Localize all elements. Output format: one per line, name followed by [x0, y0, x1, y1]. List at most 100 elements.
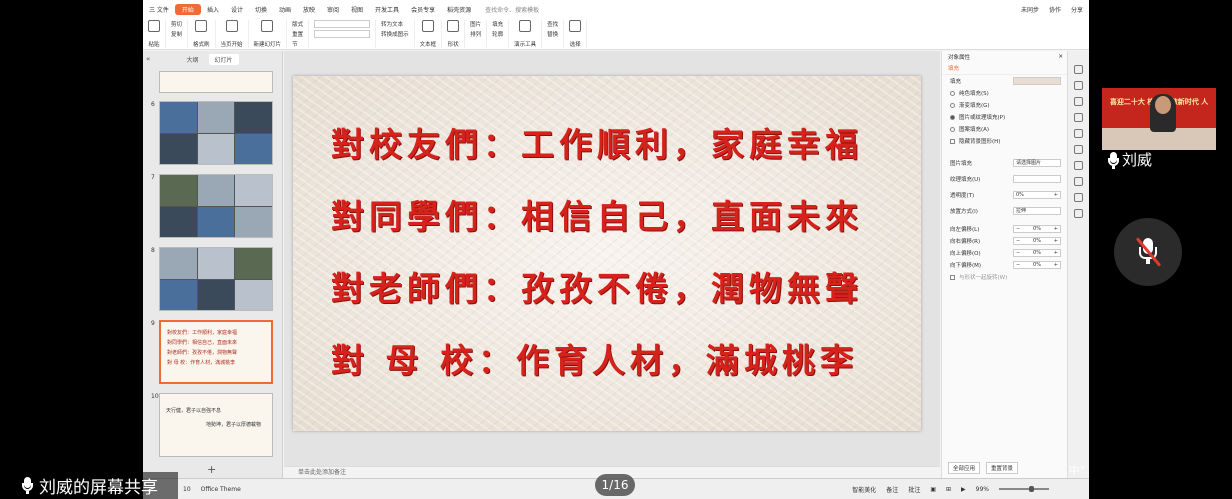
shape-button[interactable]: 形状: [442, 20, 466, 48]
slide-thumbnail[interactable]: [159, 101, 273, 165]
font-format-buttons[interactable]: [314, 30, 371, 38]
file-menu[interactable]: 三 文件: [143, 5, 175, 14]
menu-tab-view[interactable]: 视图: [345, 5, 369, 14]
tab-slides[interactable]: 幻灯片: [208, 53, 239, 65]
tab-fill[interactable]: 填充: [942, 63, 1067, 75]
fill-preview[interactable]: [1013, 77, 1061, 85]
help-icon[interactable]: [1074, 113, 1083, 122]
zoom-slider[interactable]: [999, 486, 1049, 492]
offset-up-stepper[interactable]: −0% +: [1013, 249, 1061, 257]
view-sorter-icon[interactable]: ⊞: [946, 486, 951, 493]
outline-button[interactable]: 轮廓: [492, 30, 503, 38]
menu-tab-member[interactable]: 会员专享: [405, 5, 441, 14]
offset-down-stepper[interactable]: −0% +: [1013, 261, 1061, 269]
zoom-level[interactable]: 99%: [976, 486, 989, 493]
radio-icon[interactable]: [950, 102, 955, 108]
new-slide-button[interactable]: 新建幻灯片: [249, 20, 288, 48]
texture-select[interactable]: [1013, 175, 1061, 183]
copy-button[interactable]: 复制: [171, 30, 182, 38]
radio-icon[interactable]: [950, 126, 955, 132]
menu-tab-animation[interactable]: 动画: [273, 5, 297, 14]
view-normal-icon[interactable]: ▣: [930, 486, 936, 493]
fill-section-header[interactable]: 填充: [942, 75, 1067, 87]
slide-thumbnail-selected[interactable]: 對校友們：工作順利，家庭幸福 對同學們：相信自己，直面未來 對老師們：孜孜不倦，…: [159, 320, 273, 384]
current-slide[interactable]: 對校友們：工作順利，家庭幸福 對同學們：相信自己，直面未來 對老師們：孜孜不倦，…: [293, 76, 921, 431]
slide-text-line[interactable]: 對同學們：相信自己，直面未來: [331, 190, 863, 238]
cut-button[interactable]: 剪切: [171, 20, 182, 28]
slide-text-line[interactable]: 對 母 校：作育人材，滿城桃李: [331, 334, 858, 382]
backup-icon[interactable]: [1074, 161, 1083, 170]
collaborate-button[interactable]: 协作: [1049, 5, 1061, 14]
fill-option-gradient[interactable]: 渐变填充(G): [942, 99, 1067, 111]
picture-button[interactable]: 图片: [470, 20, 481, 28]
slide-thumbnail[interactable]: [159, 247, 273, 311]
offset-right-stepper[interactable]: −0% +: [1013, 237, 1061, 245]
slide-text-line[interactable]: 對老師們：孜孜不倦，潤物無聲: [331, 262, 863, 310]
font-name-select[interactable]: [314, 20, 371, 28]
close-icon[interactable]: ✕: [1058, 54, 1063, 60]
collapse-panel-icon[interactable]: «: [146, 55, 150, 63]
tab-outline[interactable]: 大纲: [186, 55, 198, 64]
reset-button[interactable]: 重置: [292, 30, 303, 38]
paste-button[interactable]: 粘贴: [143, 20, 166, 48]
checkbox-icon[interactable]: [950, 274, 955, 280]
slideshow-play-icon[interactable]: ▶: [961, 486, 966, 493]
menu-tab-docer[interactable]: 稻壳资源: [441, 5, 477, 14]
zoom-thumb[interactable]: [1029, 486, 1034, 492]
add-slide-button[interactable]: +: [207, 463, 216, 476]
participant-video[interactable]: 喜迎二十大 校友情 做新时代 人: [1102, 88, 1216, 150]
rotate-with-shape[interactable]: 与形状一起旋转(W): [942, 271, 1067, 283]
mute-microphone-button[interactable]: [1114, 218, 1182, 286]
select-button[interactable]: 选择: [564, 20, 588, 48]
sync-status[interactable]: 未同步: [1021, 5, 1039, 14]
share-button[interactable]: 分享: [1071, 5, 1083, 14]
picture-fill-select[interactable]: 请选择图片: [1013, 159, 1061, 167]
reset-background-button[interactable]: 重置背景: [986, 462, 1019, 474]
notes-button[interactable]: 备注: [886, 485, 898, 494]
textbox-button[interactable]: 文本框: [415, 20, 443, 48]
slide-thumbnail[interactable]: [159, 71, 273, 93]
menu-tab-developer[interactable]: 开发工具: [369, 5, 405, 14]
slide-thumbnail[interactable]: [159, 174, 273, 238]
layers-icon[interactable]: [1074, 129, 1083, 138]
location-icon[interactable]: [1074, 145, 1083, 154]
section-button[interactable]: 节: [292, 40, 303, 48]
menu-tab-transition[interactable]: 切换: [249, 5, 273, 14]
comments-button[interactable]: 批注: [908, 485, 920, 494]
radio-icon[interactable]: [950, 90, 955, 96]
presentation-tools-button[interactable]: 演示工具: [509, 20, 543, 48]
layout-button[interactable]: 版式: [292, 20, 303, 28]
checkbox-icon[interactable]: [950, 138, 955, 144]
fill-option-solid[interactable]: 纯色填充(S): [942, 87, 1067, 99]
format-painter-button[interactable]: 格式刷: [188, 20, 216, 48]
style-icon[interactable]: [1074, 97, 1083, 106]
to-text-button[interactable]: 转为文本: [381, 20, 409, 28]
play-from-current-button[interactable]: 当页开始: [216, 20, 249, 48]
placement-select[interactable]: 拉伸: [1013, 207, 1061, 215]
slide-text-line[interactable]: 對校友們：工作順利，家庭幸福: [331, 118, 863, 166]
menu-tab-insert[interactable]: 插入: [201, 5, 225, 14]
menu-tab-design[interactable]: 设计: [225, 5, 249, 14]
menu-tab-home[interactable]: 开始: [174, 3, 201, 15]
convert-smartart-button[interactable]: 转换成图示: [381, 30, 409, 38]
offset-left-stepper[interactable]: −0% +: [1013, 225, 1061, 233]
fill-option-picture[interactable]: 图片或纹理填充(P): [942, 111, 1067, 123]
apply-all-button[interactable]: 全部应用: [948, 462, 981, 474]
fill-button[interactable]: 填充: [492, 20, 503, 28]
slide-thumbnail[interactable]: 天行健，君子以自強不息 地勢坤，君子以厚德載物: [159, 393, 273, 457]
find-button[interactable]: 查找: [547, 20, 558, 28]
command-search[interactable]: 查找命令、搜索模板: [485, 5, 539, 14]
menu-tab-review[interactable]: 审阅: [321, 5, 345, 14]
replace-button[interactable]: 替换: [547, 30, 558, 38]
fill-option-pattern[interactable]: 图案填充(A): [942, 123, 1067, 135]
properties-icon[interactable]: [1074, 65, 1083, 74]
hide-bg-graphics[interactable]: 隐藏背景图形(H): [942, 135, 1067, 147]
grid-icon[interactable]: [1074, 209, 1083, 218]
radio-selected-icon[interactable]: [950, 114, 955, 120]
arrange-button[interactable]: 排列: [470, 30, 481, 38]
transparency-slider[interactable]: 0% +: [1013, 191, 1061, 199]
share-icon[interactable]: [1074, 177, 1083, 186]
beautify-button[interactable]: 智能美化: [852, 485, 876, 494]
menu-tab-slideshow[interactable]: 放映: [297, 5, 321, 14]
copy-icon[interactable]: [1074, 193, 1083, 202]
